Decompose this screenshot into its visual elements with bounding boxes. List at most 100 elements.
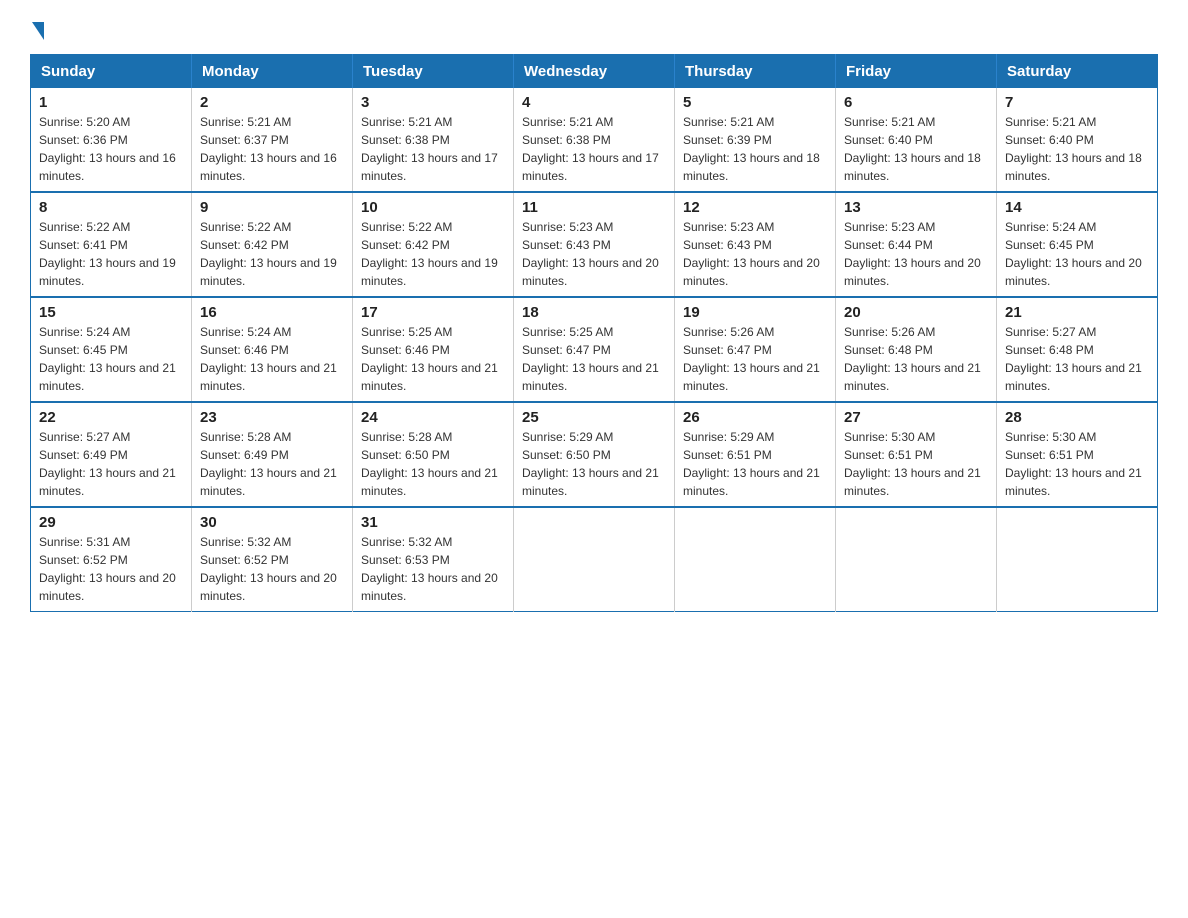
calendar-day-cell: 7 Sunrise: 5:21 AMSunset: 6:40 PMDayligh… bbox=[997, 88, 1158, 192]
calendar-day-cell: 2 Sunrise: 5:21 AMSunset: 6:37 PMDayligh… bbox=[192, 88, 353, 192]
day-info: Sunrise: 5:23 AMSunset: 6:44 PMDaylight:… bbox=[844, 220, 981, 288]
day-info: Sunrise: 5:32 AMSunset: 6:52 PMDaylight:… bbox=[200, 535, 337, 603]
calendar-day-cell: 14 Sunrise: 5:24 AMSunset: 6:45 PMDaylig… bbox=[997, 192, 1158, 297]
day-info: Sunrise: 5:27 AMSunset: 6:49 PMDaylight:… bbox=[39, 430, 176, 498]
day-info: Sunrise: 5:24 AMSunset: 6:46 PMDaylight:… bbox=[200, 325, 337, 393]
page-header bbox=[30, 20, 1158, 36]
day-info: Sunrise: 5:21 AMSunset: 6:40 PMDaylight:… bbox=[1005, 115, 1142, 183]
day-number: 31 bbox=[361, 514, 505, 531]
calendar-day-cell bbox=[675, 507, 836, 612]
calendar-day-cell: 22 Sunrise: 5:27 AMSunset: 6:49 PMDaylig… bbox=[31, 402, 192, 507]
logo-arrow-icon bbox=[32, 22, 44, 40]
day-number: 25 bbox=[522, 409, 666, 426]
calendar-day-cell bbox=[836, 507, 997, 612]
day-info: Sunrise: 5:22 AMSunset: 6:41 PMDaylight:… bbox=[39, 220, 176, 288]
day-number: 7 bbox=[1005, 94, 1149, 111]
day-info: Sunrise: 5:32 AMSunset: 6:53 PMDaylight:… bbox=[361, 535, 498, 603]
calendar-day-cell: 30 Sunrise: 5:32 AMSunset: 6:52 PMDaylig… bbox=[192, 507, 353, 612]
calendar-day-cell: 11 Sunrise: 5:23 AMSunset: 6:43 PMDaylig… bbox=[514, 192, 675, 297]
day-info: Sunrise: 5:21 AMSunset: 6:38 PMDaylight:… bbox=[522, 115, 659, 183]
day-info: Sunrise: 5:22 AMSunset: 6:42 PMDaylight:… bbox=[200, 220, 337, 288]
day-info: Sunrise: 5:26 AMSunset: 6:48 PMDaylight:… bbox=[844, 325, 981, 393]
calendar-day-cell: 24 Sunrise: 5:28 AMSunset: 6:50 PMDaylig… bbox=[353, 402, 514, 507]
day-of-week-header: Sunday bbox=[31, 55, 192, 89]
day-info: Sunrise: 5:30 AMSunset: 6:51 PMDaylight:… bbox=[1005, 430, 1142, 498]
day-info: Sunrise: 5:21 AMSunset: 6:37 PMDaylight:… bbox=[200, 115, 337, 183]
day-of-week-header: Friday bbox=[836, 55, 997, 89]
calendar-day-cell: 12 Sunrise: 5:23 AMSunset: 6:43 PMDaylig… bbox=[675, 192, 836, 297]
calendar-day-cell: 26 Sunrise: 5:29 AMSunset: 6:51 PMDaylig… bbox=[675, 402, 836, 507]
day-number: 21 bbox=[1005, 304, 1149, 321]
calendar-day-cell: 4 Sunrise: 5:21 AMSunset: 6:38 PMDayligh… bbox=[514, 88, 675, 192]
calendar-week-row: 8 Sunrise: 5:22 AMSunset: 6:41 PMDayligh… bbox=[31, 192, 1158, 297]
day-info: Sunrise: 5:22 AMSunset: 6:42 PMDaylight:… bbox=[361, 220, 498, 288]
calendar-day-cell bbox=[514, 507, 675, 612]
calendar-day-cell: 19 Sunrise: 5:26 AMSunset: 6:47 PMDaylig… bbox=[675, 297, 836, 402]
day-info: Sunrise: 5:21 AMSunset: 6:40 PMDaylight:… bbox=[844, 115, 981, 183]
calendar-day-cell: 16 Sunrise: 5:24 AMSunset: 6:46 PMDaylig… bbox=[192, 297, 353, 402]
day-number: 20 bbox=[844, 304, 988, 321]
calendar-day-cell: 3 Sunrise: 5:21 AMSunset: 6:38 PMDayligh… bbox=[353, 88, 514, 192]
calendar-table: SundayMondayTuesdayWednesdayThursdayFrid… bbox=[30, 54, 1158, 612]
day-number: 23 bbox=[200, 409, 344, 426]
calendar-header-row: SundayMondayTuesdayWednesdayThursdayFrid… bbox=[31, 55, 1158, 89]
day-number: 13 bbox=[844, 199, 988, 216]
day-number: 14 bbox=[1005, 199, 1149, 216]
day-info: Sunrise: 5:26 AMSunset: 6:47 PMDaylight:… bbox=[683, 325, 820, 393]
calendar-day-cell: 8 Sunrise: 5:22 AMSunset: 6:41 PMDayligh… bbox=[31, 192, 192, 297]
day-info: Sunrise: 5:31 AMSunset: 6:52 PMDaylight:… bbox=[39, 535, 176, 603]
calendar-day-cell: 5 Sunrise: 5:21 AMSunset: 6:39 PMDayligh… bbox=[675, 88, 836, 192]
calendar-day-cell: 18 Sunrise: 5:25 AMSunset: 6:47 PMDaylig… bbox=[514, 297, 675, 402]
calendar-day-cell: 23 Sunrise: 5:28 AMSunset: 6:49 PMDaylig… bbox=[192, 402, 353, 507]
logo bbox=[30, 20, 44, 36]
day-number: 16 bbox=[200, 304, 344, 321]
day-number: 30 bbox=[200, 514, 344, 531]
calendar-day-cell: 15 Sunrise: 5:24 AMSunset: 6:45 PMDaylig… bbox=[31, 297, 192, 402]
day-info: Sunrise: 5:20 AMSunset: 6:36 PMDaylight:… bbox=[39, 115, 176, 183]
calendar-day-cell: 28 Sunrise: 5:30 AMSunset: 6:51 PMDaylig… bbox=[997, 402, 1158, 507]
calendar-day-cell: 25 Sunrise: 5:29 AMSunset: 6:50 PMDaylig… bbox=[514, 402, 675, 507]
calendar-day-cell: 27 Sunrise: 5:30 AMSunset: 6:51 PMDaylig… bbox=[836, 402, 997, 507]
day-number: 29 bbox=[39, 514, 183, 531]
day-info: Sunrise: 5:24 AMSunset: 6:45 PMDaylight:… bbox=[1005, 220, 1142, 288]
day-info: Sunrise: 5:21 AMSunset: 6:39 PMDaylight:… bbox=[683, 115, 820, 183]
calendar-day-cell: 6 Sunrise: 5:21 AMSunset: 6:40 PMDayligh… bbox=[836, 88, 997, 192]
day-info: Sunrise: 5:30 AMSunset: 6:51 PMDaylight:… bbox=[844, 430, 981, 498]
day-number: 4 bbox=[522, 94, 666, 111]
day-info: Sunrise: 5:24 AMSunset: 6:45 PMDaylight:… bbox=[39, 325, 176, 393]
day-info: Sunrise: 5:25 AMSunset: 6:47 PMDaylight:… bbox=[522, 325, 659, 393]
day-info: Sunrise: 5:28 AMSunset: 6:49 PMDaylight:… bbox=[200, 430, 337, 498]
day-number: 12 bbox=[683, 199, 827, 216]
day-of-week-header: Saturday bbox=[997, 55, 1158, 89]
day-number: 18 bbox=[522, 304, 666, 321]
day-number: 27 bbox=[844, 409, 988, 426]
calendar-week-row: 29 Sunrise: 5:31 AMSunset: 6:52 PMDaylig… bbox=[31, 507, 1158, 612]
day-number: 9 bbox=[200, 199, 344, 216]
calendar-week-row: 22 Sunrise: 5:27 AMSunset: 6:49 PMDaylig… bbox=[31, 402, 1158, 507]
day-info: Sunrise: 5:27 AMSunset: 6:48 PMDaylight:… bbox=[1005, 325, 1142, 393]
day-number: 8 bbox=[39, 199, 183, 216]
calendar-day-cell: 29 Sunrise: 5:31 AMSunset: 6:52 PMDaylig… bbox=[31, 507, 192, 612]
day-of-week-header: Wednesday bbox=[514, 55, 675, 89]
calendar-day-cell: 17 Sunrise: 5:25 AMSunset: 6:46 PMDaylig… bbox=[353, 297, 514, 402]
day-number: 28 bbox=[1005, 409, 1149, 426]
day-number: 26 bbox=[683, 409, 827, 426]
day-number: 1 bbox=[39, 94, 183, 111]
day-info: Sunrise: 5:25 AMSunset: 6:46 PMDaylight:… bbox=[361, 325, 498, 393]
day-info: Sunrise: 5:29 AMSunset: 6:50 PMDaylight:… bbox=[522, 430, 659, 498]
day-info: Sunrise: 5:21 AMSunset: 6:38 PMDaylight:… bbox=[361, 115, 498, 183]
day-info: Sunrise: 5:28 AMSunset: 6:50 PMDaylight:… bbox=[361, 430, 498, 498]
calendar-day-cell: 10 Sunrise: 5:22 AMSunset: 6:42 PMDaylig… bbox=[353, 192, 514, 297]
day-info: Sunrise: 5:29 AMSunset: 6:51 PMDaylight:… bbox=[683, 430, 820, 498]
calendar-day-cell: 31 Sunrise: 5:32 AMSunset: 6:53 PMDaylig… bbox=[353, 507, 514, 612]
day-of-week-header: Thursday bbox=[675, 55, 836, 89]
day-number: 10 bbox=[361, 199, 505, 216]
day-number: 19 bbox=[683, 304, 827, 321]
calendar-day-cell bbox=[997, 507, 1158, 612]
calendar-week-row: 15 Sunrise: 5:24 AMSunset: 6:45 PMDaylig… bbox=[31, 297, 1158, 402]
day-number: 17 bbox=[361, 304, 505, 321]
day-number: 24 bbox=[361, 409, 505, 426]
day-number: 2 bbox=[200, 94, 344, 111]
day-of-week-header: Tuesday bbox=[353, 55, 514, 89]
calendar-day-cell: 21 Sunrise: 5:27 AMSunset: 6:48 PMDaylig… bbox=[997, 297, 1158, 402]
